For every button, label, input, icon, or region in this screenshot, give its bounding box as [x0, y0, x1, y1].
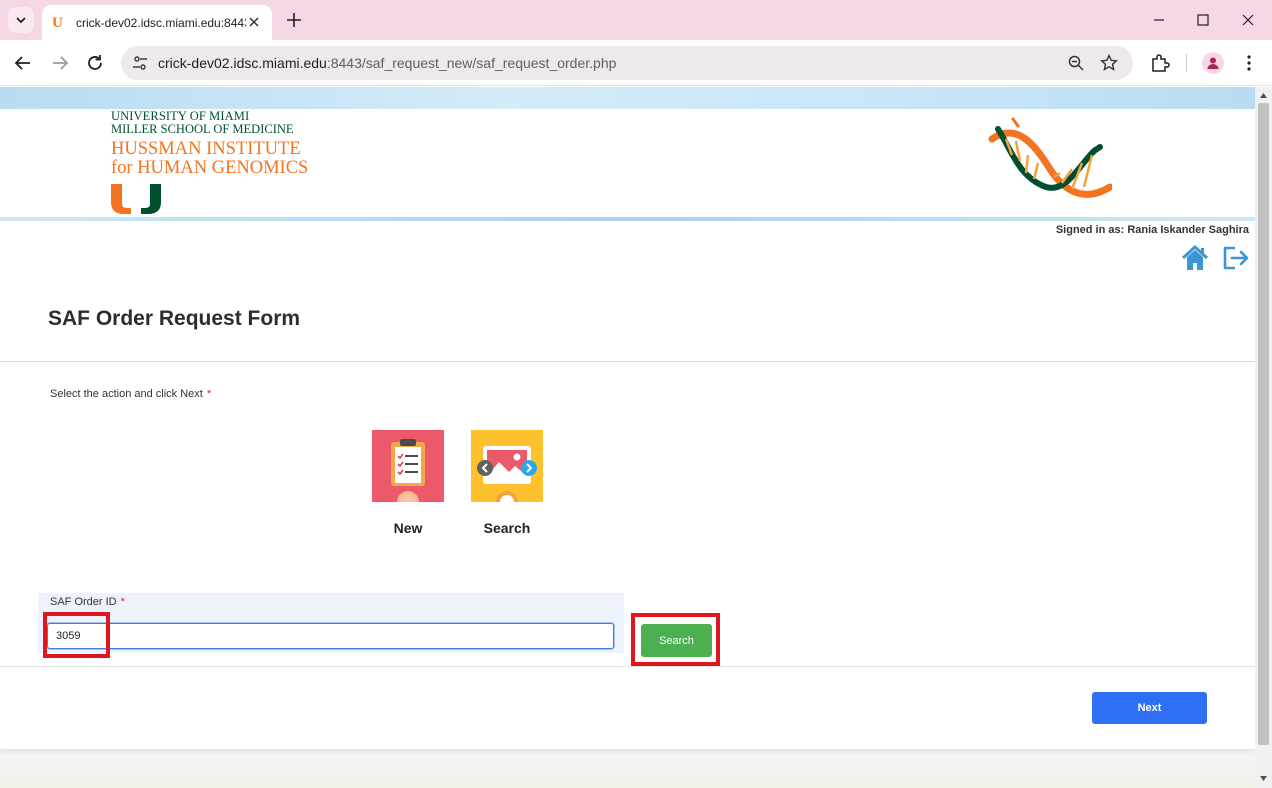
order-id-label-text: SAF Order ID: [50, 596, 117, 608]
close-icon[interactable]: [246, 14, 262, 30]
footer-divider: [0, 666, 1255, 667]
scroll-down-arrow-icon[interactable]: [1259, 774, 1268, 783]
browser-tab[interactable]: U crick-dev02.idsc.miami.edu:8443: [42, 5, 272, 40]
title-divider: [0, 361, 1255, 362]
forward-arrow-icon[interactable]: [48, 51, 72, 75]
page-content: UNIVERSITY OF MIAMI MILLER SCHOOL OF MED…: [0, 87, 1255, 788]
window-close-icon[interactable]: [1237, 9, 1259, 31]
dna-logo-icon: [988, 117, 1112, 198]
person-icon: [1207, 57, 1219, 69]
site-info-icon[interactable]: [131, 54, 149, 72]
browser-toolbar: crick-dev02.idsc.miami.edu:8443/saf_requ…: [0, 40, 1272, 86]
back-arrow-icon[interactable]: [11, 51, 35, 75]
institute-name-line1: HUSSMAN INSTITUTE: [111, 139, 301, 159]
url-path: :8443/saf_request_new/saf_request_order.…: [326, 55, 617, 71]
bookmark-star-icon[interactable]: [1100, 54, 1118, 72]
browser-titlebar: U crick-dev02.idsc.miami.edu:8443: [0, 0, 1272, 40]
bottom-decor-band: [0, 755, 1255, 788]
option-label-search: Search: [483, 520, 531, 536]
action-label-text: Select the action and click Next: [50, 388, 203, 400]
maximize-icon[interactable]: [1192, 9, 1214, 31]
extensions-puzzle-icon[interactable]: [1149, 52, 1171, 74]
scrollbar-thumb[interactable]: [1258, 103, 1269, 745]
action-option-search[interactable]: Search: [471, 430, 543, 536]
search-button[interactable]: Search: [641, 624, 712, 657]
scroll-up-arrow-icon[interactable]: [1259, 91, 1268, 100]
tab-search-button[interactable]: [8, 7, 34, 33]
url-text: crick-dev02.idsc.miami.edu:8443/saf_requ…: [158, 55, 616, 71]
institute-name-line2: for HUMAN GENOMICS: [111, 158, 309, 178]
minimize-icon[interactable]: [1148, 9, 1170, 31]
signed-in-user: Signed in as: Rania Iskander Saghira: [1055, 224, 1249, 236]
order-id-input[interactable]: [47, 623, 614, 649]
url-host: crick-dev02.idsc.miami.edu: [158, 55, 327, 71]
address-bar[interactable]: crick-dev02.idsc.miami.edu:8443/saf_requ…: [121, 46, 1133, 80]
clipboard-checklist-icon: [372, 430, 444, 513]
image-gallery-icon: [471, 430, 543, 513]
required-asterisk: *: [206, 388, 212, 400]
reload-icon[interactable]: [83, 51, 107, 75]
page-title: SAF Order Request Form: [48, 307, 301, 330]
action-label: Select the action and click Next *: [50, 388, 211, 400]
order-id-panel: SAF Order ID *: [38, 593, 624, 653]
logout-icon[interactable]: [1221, 244, 1251, 272]
profile-avatar[interactable]: [1202, 52, 1224, 74]
next-button[interactable]: Next: [1092, 692, 1207, 724]
top-decor-band: [0, 87, 1255, 109]
zoom-icon[interactable]: [1067, 54, 1085, 72]
new-tab-plus-icon[interactable]: [283, 9, 305, 31]
more-menu-icon[interactable]: [1238, 52, 1260, 74]
toolbar-separator: [1186, 54, 1187, 72]
form-card: Signed in as: Rania Iskander Saghira SAF…: [0, 221, 1255, 749]
um-favicon-icon: U: [52, 14, 63, 31]
chevron-down-icon: [16, 17, 26, 24]
option-label-new: New: [393, 520, 423, 536]
um-u-logo-icon: [111, 184, 161, 214]
home-icon[interactable]: [1181, 244, 1209, 272]
required-asterisk: *: [120, 596, 125, 608]
order-id-label: SAF Order ID *: [50, 596, 125, 608]
tab-title: crick-dev02.idsc.miami.edu:8443: [76, 15, 246, 30]
school-name: MILLER SCHOOL OF MEDICINE: [111, 122, 294, 136]
action-option-new[interactable]: New: [372, 430, 444, 536]
